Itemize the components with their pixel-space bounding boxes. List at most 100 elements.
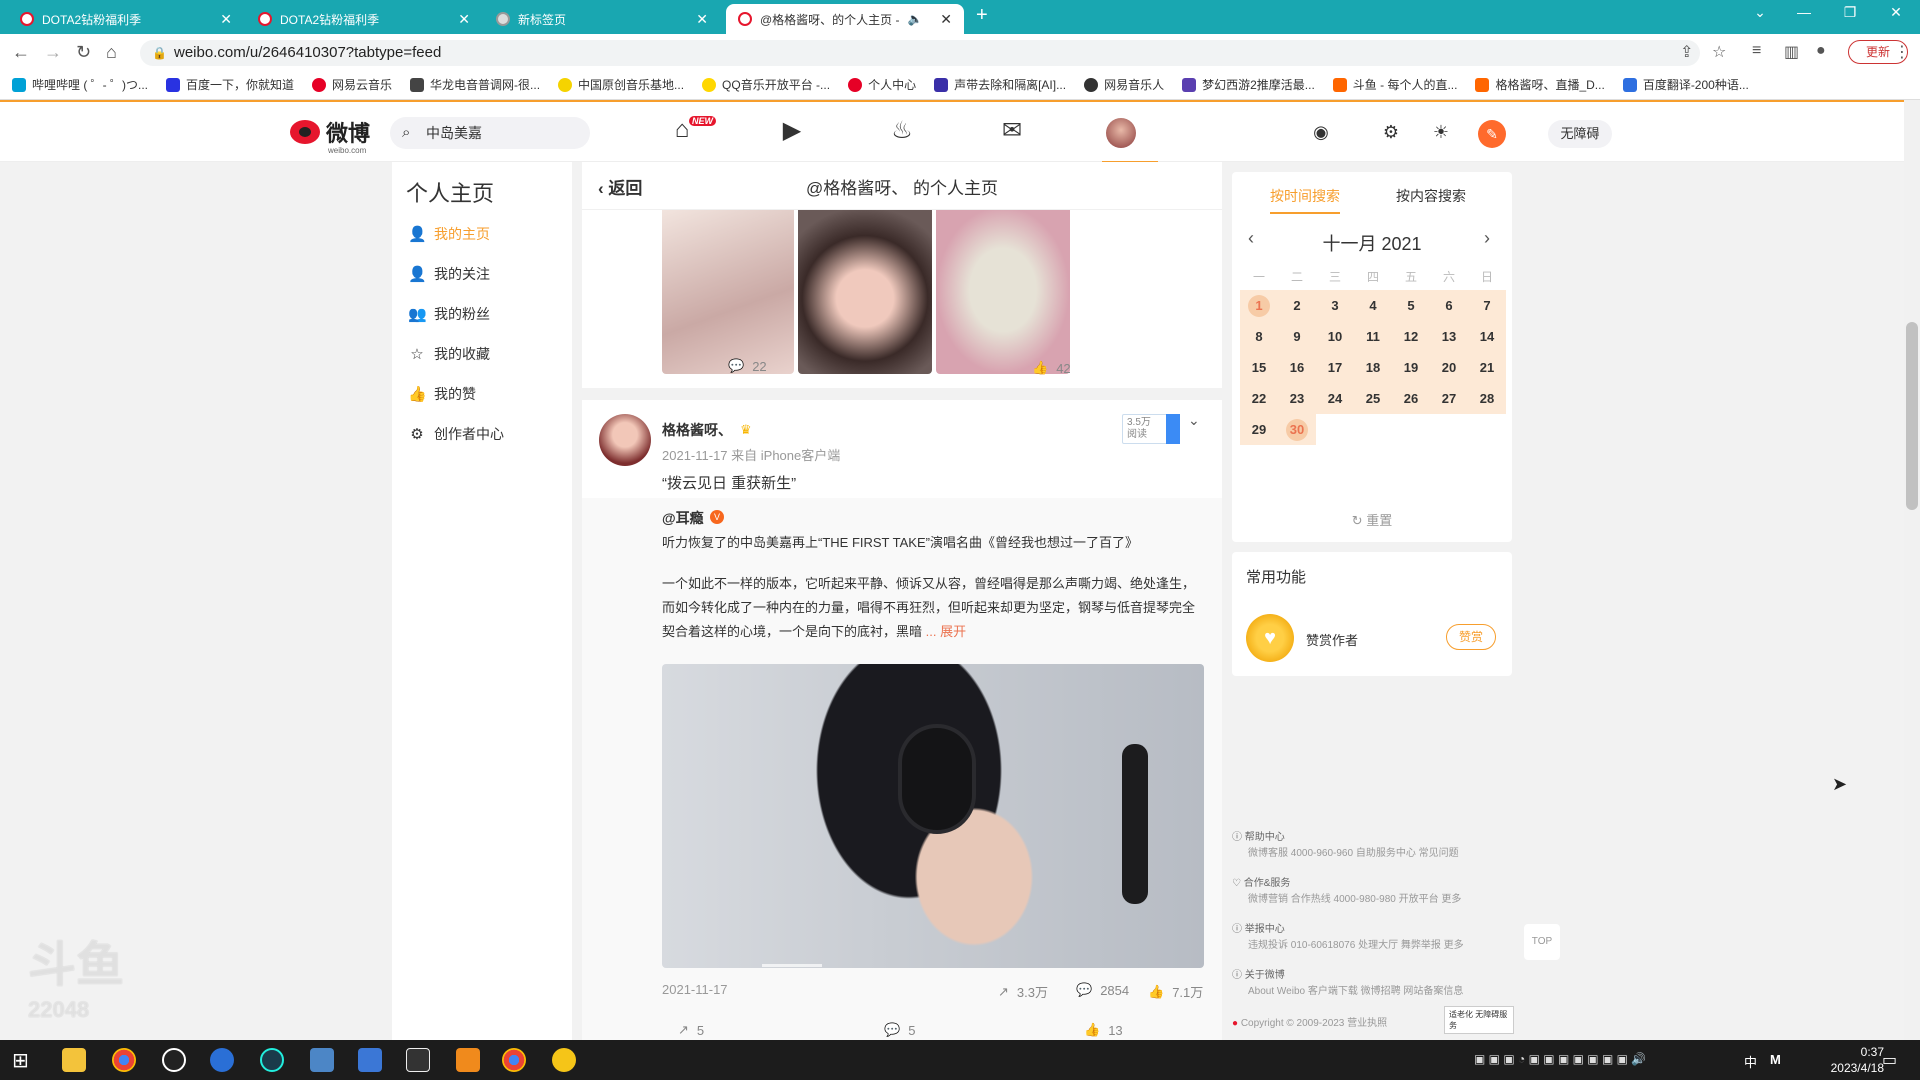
close-tab-icon[interactable]: ✕ xyxy=(940,11,952,28)
sidebar-item-favorites[interactable]: ☆ 我的收藏 xyxy=(408,344,490,364)
new-tab-button[interactable]: + xyxy=(976,4,988,27)
like-count[interactable]: 👍 13 xyxy=(1084,1022,1123,1038)
calendar-day[interactable]: 18 xyxy=(1354,352,1392,383)
tab-search-icon[interactable]: ⌄ xyxy=(1740,4,1780,21)
weibo-logo[interactable]: 微博 weibo.com xyxy=(290,116,370,155)
mute-icon[interactable]: 🔈 xyxy=(908,12,923,26)
chrome-icon[interactable] xyxy=(502,1048,526,1072)
qq-icon[interactable] xyxy=(162,1048,186,1072)
minimize-icon[interactable]: — xyxy=(1784,4,1824,20)
app-icon[interactable] xyxy=(310,1048,334,1072)
calendar-day[interactable]: 29 xyxy=(1240,414,1278,445)
video-player[interactable] xyxy=(662,664,1204,968)
bookmark-item[interactable]: 斗鱼 - 每个人的直... xyxy=(1332,76,1457,93)
sidebar-item-following[interactable]: 👤 我的关注 xyxy=(408,264,490,284)
hot-nav-icon[interactable]: ♨ xyxy=(882,116,922,150)
back-to-top-button[interactable]: TOP xyxy=(1524,924,1560,960)
reset-button[interactable]: ↻ 重置 xyxy=(1232,510,1512,529)
calendar-day[interactable]: 28 xyxy=(1468,383,1506,414)
calendar-day[interactable]: 2 xyxy=(1278,290,1316,321)
avatar[interactable] xyxy=(1106,118,1136,148)
app-icon[interactable] xyxy=(358,1048,382,1072)
share-count[interactable]: ↗ 5 xyxy=(678,1022,704,1038)
browser-tab[interactable]: DOTA2钻粉福利季 ✕ xyxy=(8,4,244,34)
forward-arrow-icon[interactable]: → xyxy=(44,42,62,63)
calendar-day[interactable]: 9 xyxy=(1278,321,1316,352)
close-tab-icon[interactable]: ✕ xyxy=(458,11,470,28)
calendar-day[interactable]: 4 xyxy=(1354,290,1392,321)
app-icon[interactable] xyxy=(260,1048,284,1072)
close-tab-icon[interactable]: ✕ xyxy=(696,11,708,28)
calendar-day[interactable]: 3 xyxy=(1316,290,1354,321)
calendar-day[interactable]: 23 xyxy=(1278,383,1316,414)
footer-links[interactable]: 微博客服 4000-960-960 自助服务中心 常见问题 xyxy=(1248,844,1538,859)
bookmark-item[interactable]: 声带去除和隔离[AI]... xyxy=(934,76,1066,93)
system-clock[interactable]: 0:37 2023/4/18 xyxy=(1818,1044,1884,1076)
calendar-day[interactable]: 17 xyxy=(1316,352,1354,383)
reload-icon[interactable]: ↻ xyxy=(76,42,91,63)
tab-search-by-content[interactable]: 按内容搜索 xyxy=(1396,186,1466,206)
expand-link[interactable]: ... 展开 xyxy=(926,624,966,639)
file-explorer-icon[interactable] xyxy=(62,1048,86,1072)
profile-icon[interactable]: ● xyxy=(1816,42,1826,60)
bookmark-item[interactable]: 华龙电音普调网-很... xyxy=(410,76,540,93)
back-arrow-icon[interactable]: ← xyxy=(12,42,30,63)
calendar-day[interactable]: 21 xyxy=(1468,352,1506,383)
calendar-day[interactable]: 5 xyxy=(1392,290,1430,321)
calendar-day[interactable]: 19 xyxy=(1392,352,1430,383)
like-count[interactable]: 👍 42 xyxy=(1032,360,1071,376)
home-icon[interactable]: ⌂ xyxy=(106,42,117,63)
repost-share-count[interactable]: ↗ 3.3万 xyxy=(998,982,1048,1001)
compose-icon[interactable]: ✎ xyxy=(1478,120,1506,148)
comment-count[interactable]: 💬 5 xyxy=(884,1022,915,1038)
tab-search-by-time[interactable]: 按时间搜索 xyxy=(1270,186,1340,214)
calendar-day[interactable]: 20 xyxy=(1430,352,1468,383)
chevron-right-icon[interactable]: › xyxy=(1484,228,1490,249)
app-icon[interactable] xyxy=(552,1048,576,1072)
bookmark-item[interactable]: QQ音乐开放平台 -... xyxy=(702,76,830,93)
calendar-day[interactable]: 27 xyxy=(1430,383,1468,414)
post-author[interactable]: 格格酱呀、 xyxy=(662,420,732,440)
calendar-day[interactable]: 24 xyxy=(1316,383,1354,414)
bookmark-item[interactable]: 网易音乐人 xyxy=(1084,76,1164,93)
calendar-day[interactable]: 15 xyxy=(1240,352,1278,383)
chevron-down-icon[interactable]: ⌄ xyxy=(1188,412,1200,429)
message-nav-icon[interactable]: ✉ xyxy=(992,116,1032,150)
browser-tab-active[interactable]: @格格酱呀、的个人主页 - 🔈 ✕ xyxy=(726,4,964,34)
calendar-day[interactable]: 22 xyxy=(1240,383,1278,414)
calendar-day[interactable]: 16 xyxy=(1278,352,1316,383)
footer-links[interactable]: 微博营销 合作热线 4000-980-980 开放平台 更多 xyxy=(1248,890,1538,905)
calendar-day[interactable]: 8 xyxy=(1240,321,1278,352)
brightness-icon[interactable]: ☀ xyxy=(1428,122,1454,143)
scrollbar-thumb[interactable] xyxy=(1906,322,1918,510)
game-icon[interactable]: ◉ xyxy=(1308,122,1334,143)
menu-dots-icon[interactable]: ⋮ xyxy=(1894,42,1910,62)
calendar-day[interactable]: 7 xyxy=(1468,290,1506,321)
system-tray[interactable]: ▣ ▣ ▣ ◔ ▣ ▣ ▣ ▣ ▣ ▣ ▣ 🔊 xyxy=(1474,1052,1646,1066)
start-icon[interactable]: ⊞ xyxy=(12,1048,36,1072)
bookmark-star-icon[interactable]: ☆ xyxy=(1712,42,1726,62)
comment-count[interactable]: 💬 22 xyxy=(728,358,767,374)
gear-icon[interactable]: ⚙ xyxy=(1378,122,1404,143)
calendar-day[interactable]: 6 xyxy=(1430,290,1468,321)
footer-help[interactable]: ⓘ 帮助中心 xyxy=(1232,828,1522,843)
browser-tab[interactable]: 新标签页 ✕ xyxy=(484,4,720,34)
ime-mode[interactable]: M xyxy=(1770,1052,1781,1067)
calendar-day[interactable]: 10 xyxy=(1316,321,1354,352)
app-icon[interactable] xyxy=(406,1048,430,1072)
repost-author[interactable]: @耳瘾 xyxy=(662,508,704,528)
sidepanel-icon[interactable]: ▥ xyxy=(1784,42,1799,62)
post-avatar[interactable] xyxy=(599,414,651,466)
accessibility-button[interactable]: 无障碍 xyxy=(1548,120,1612,148)
chrome-icon[interactable] xyxy=(112,1048,136,1072)
footer-about[interactable]: ⓘ 关于微博 xyxy=(1232,966,1522,981)
footer-links[interactable]: 违规投诉 010-60618076 处理大厅 舞弊举报 更多 xyxy=(1248,936,1538,951)
search-input[interactable]: ⌕ 中岛美嘉 xyxy=(390,117,590,149)
post-image[interactable] xyxy=(798,206,932,374)
page-scrollbar[interactable] xyxy=(1904,100,1920,1040)
reward-button[interactable]: 赞赏 xyxy=(1446,624,1496,650)
bookmark-item[interactable]: 百度一下，你就知道 xyxy=(166,76,294,93)
repost-comment-count[interactable]: 💬 2854 xyxy=(1076,982,1129,998)
calendar-day[interactable]: 11 xyxy=(1354,321,1392,352)
calendar-day[interactable]: 13 xyxy=(1430,321,1468,352)
